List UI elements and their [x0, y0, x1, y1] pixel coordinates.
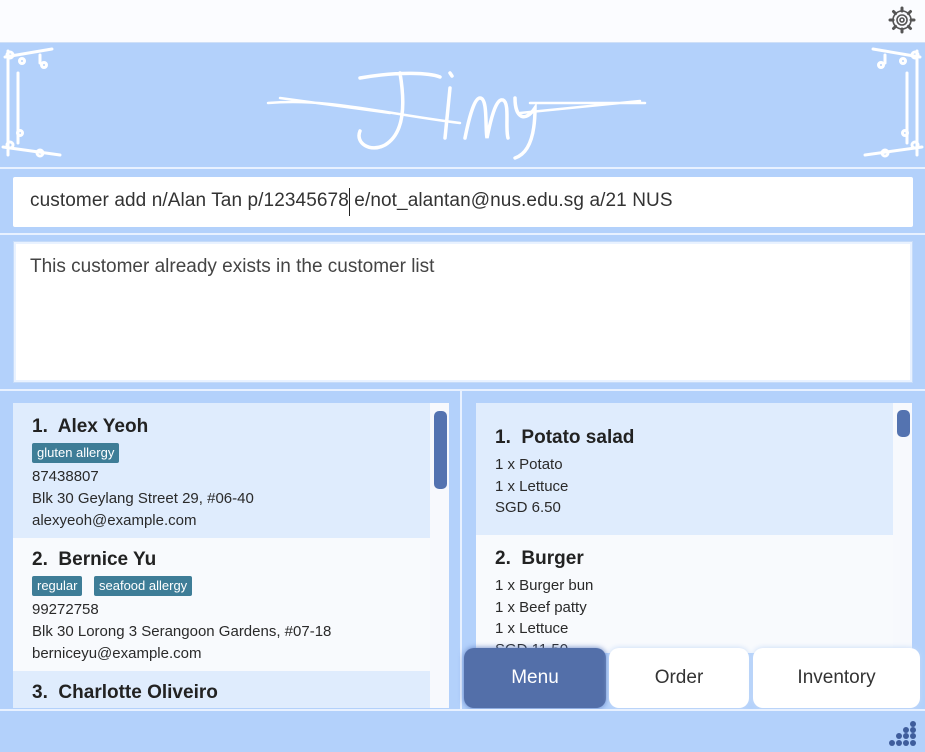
customer-address: Blk 30 Geylang Street 29, #06-40: [32, 490, 254, 507]
tab-order[interactable]: Order: [609, 648, 749, 708]
result-display: This customer already exists in the cust…: [13, 241, 913, 383]
menu-item-ingredient: 1 x Beef patty: [495, 599, 587, 616]
tab-menu[interactable]: Menu: [464, 648, 606, 708]
menu-item-price: SGD 6.50: [495, 499, 561, 516]
customer-address: Blk 30 Lorong 3 Serangoon Gardens, #07-1…: [32, 623, 332, 640]
customer-email: alexyeoh@example.com: [32, 512, 197, 529]
divider: [0, 233, 925, 235]
divider: [0, 389, 925, 391]
text-caret: [349, 188, 350, 216]
status-bar: [0, 709, 925, 752]
customer-list-scrollbar[interactable]: [434, 411, 447, 489]
menu-item-name: 2. Burger: [495, 548, 584, 569]
customer-tag: regular: [32, 576, 83, 596]
menu-item-ingredient: 1 x Potato: [495, 456, 563, 473]
menu-item-card[interactable]: 2. Burger 1 x Burger bun 1 x Beef patty …: [476, 535, 893, 653]
gear-icon[interactable]: [888, 6, 916, 34]
menu-item-ingredient: 1 x Lettuce: [495, 620, 569, 637]
title-bar: [0, 0, 925, 43]
tab-inventory[interactable]: Inventory: [753, 648, 920, 708]
menu-item-ingredient: 1 x Lettuce: [495, 478, 569, 495]
customer-card[interactable]: 2. Bernice Yu regular seafood allergy 99…: [13, 538, 430, 671]
customer-name: 3. Charlotte Oliveiro: [32, 682, 218, 703]
customer-phone: 99272758: [32, 601, 99, 618]
command-input[interactable]: customer add n/Alan Tan p/12345678 e/not…: [30, 190, 673, 212]
panel-divider: [460, 391, 462, 709]
command-box[interactable]: customer add n/Alan Tan p/12345678 e/not…: [13, 177, 913, 227]
customer-name: 1. Alex Yeoh: [32, 416, 149, 437]
app-banner: [0, 43, 925, 169]
result-message: This customer already exists in the cust…: [30, 256, 435, 277]
banner-decoration: [1, 47, 924, 160]
customer-card[interactable]: 3. Charlotte Oliveiro: [13, 671, 430, 708]
customer-list[interactable]: 1. Alex Yeoh gluten allergy 87438807 Blk…: [13, 403, 449, 708]
resize-grip-icon[interactable]: [889, 718, 919, 748]
customer-email: berniceyu@example.com: [32, 645, 202, 662]
customer-name: 2. Bernice Yu: [32, 549, 157, 570]
menu-item-ingredient: 1 x Burger bun: [495, 577, 594, 594]
menu-item-card[interactable]: 1. Potato salad 1 x Potato 1 x Lettuce S…: [476, 403, 893, 535]
customer-tag: seafood allergy: [94, 576, 193, 596]
customer-card[interactable]: 1. Alex Yeoh gluten allergy 87438807 Blk…: [13, 403, 430, 538]
customer-phone: 87438807: [32, 468, 99, 485]
menu-list-scrollbar[interactable]: [897, 410, 910, 437]
customer-tag: gluten allergy: [32, 443, 120, 463]
menu-item-name: 1. Potato salad: [495, 427, 635, 448]
menu-list[interactable]: 1. Potato salad 1 x Potato 1 x Lettuce S…: [476, 403, 912, 653]
